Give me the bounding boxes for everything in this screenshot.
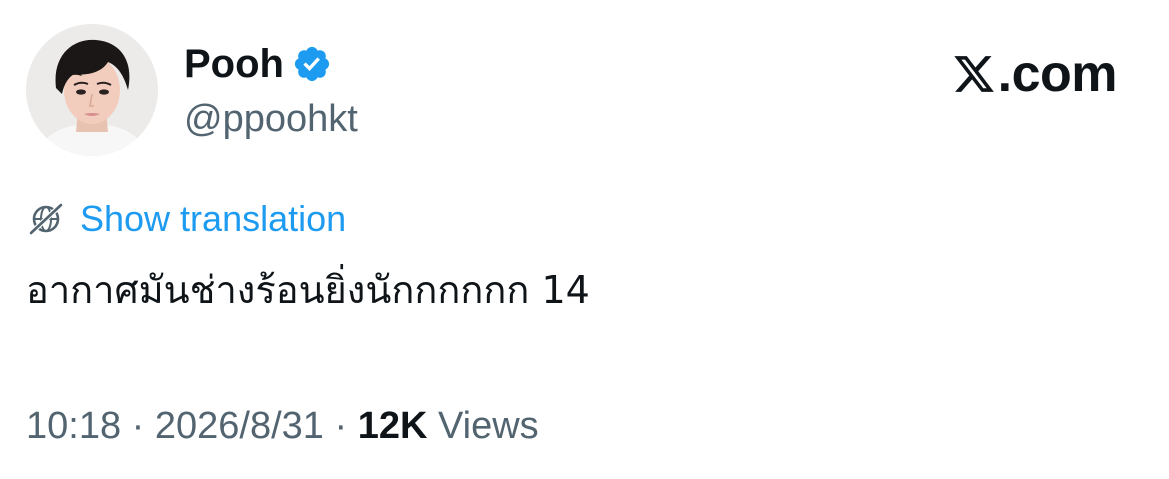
author-name-row: Pooh — [184, 40, 332, 88]
tweet-meta: 10:18 · 2026/8/31 · 12K Views — [26, 402, 539, 450]
brand-domain-suffix: .com — [997, 45, 1118, 103]
avatar-image — [26, 24, 158, 156]
show-translation-button[interactable]: Show translation — [26, 196, 346, 242]
avatar[interactable] — [26, 24, 158, 156]
views-label: Views — [427, 405, 539, 447]
verified-badge-icon — [292, 44, 332, 84]
brand-mark: .com — [952, 44, 1118, 104]
meta-separator: · — [121, 405, 155, 447]
x-logo-icon — [952, 52, 996, 96]
tweet-date[interactable]: 2026/8/31 — [155, 405, 324, 447]
tweet-time[interactable]: 10:18 — [26, 405, 121, 447]
tweet-text: อากาศมันช่างร้อนยิ่งนักกกกกก 14 — [26, 268, 590, 312]
meta-separator: · — [323, 405, 358, 447]
show-translation-link[interactable]: Show translation — [80, 196, 346, 242]
views-count[interactable]: 12K — [358, 405, 428, 447]
globe-slash-icon — [26, 199, 66, 239]
author-display-name[interactable]: Pooh — [184, 40, 284, 88]
author-handle[interactable]: @ppoohkt — [184, 96, 358, 142]
tweet-card: Pooh @ppoohkt .com Show translation อากา… — [0, 0, 1169, 479]
